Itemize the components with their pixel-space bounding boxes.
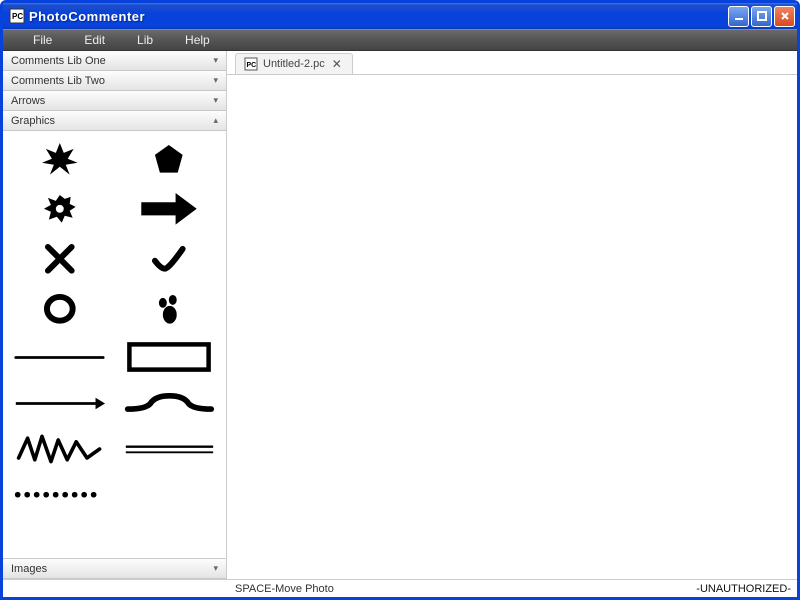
tab-close-icon[interactable]: ✕ [330,58,344,70]
document-tab[interactable]: PC Untitled-2.pc ✕ [235,53,353,74]
shape-scribble-zigzag[interactable] [7,429,113,469]
titlebar[interactable]: PC PhotoCommenter [3,3,797,29]
section-label: Comments Lib One [11,55,106,67]
document-tabstrip: PC Untitled-2.pc ✕ [227,51,797,75]
chevron-down-icon: ▾ [213,95,218,106]
shape-double-underline[interactable] [117,429,223,469]
status-right: -UNAUTHORIZED- [696,583,791,595]
main-content: Comments Lib One ▾ Comments Lib Two ▾ Ar… [3,51,797,579]
tab-label: Untitled-2.pc [263,58,325,70]
section-label: Arrows [11,95,45,107]
canvas[interactable] [227,75,797,579]
window-controls [728,6,795,27]
chevron-down-icon: ▾ [213,75,218,86]
sidebar-section-graphics[interactable]: Graphics ▴ [3,111,226,131]
sidebar: Comments Lib One ▾ Comments Lib Two ▾ Ar… [3,51,227,579]
shape-thin-arrow[interactable] [7,383,113,423]
maximize-button[interactable] [751,6,772,27]
section-label: Images [11,563,47,575]
canvas-area: PC Untitled-2.pc ✕ [227,51,797,579]
shape-cross-x[interactable] [7,237,113,281]
shape-gear-blob[interactable] [7,187,113,231]
menu-file[interactable]: File [17,30,68,50]
window-title: PhotoCommenter [29,9,728,24]
shape-right-arrow[interactable] [117,187,223,231]
shape-footprints[interactable] [117,287,223,331]
shape-rectangle-outline[interactable] [117,337,223,377]
menu-help[interactable]: Help [169,30,226,50]
menubar: File Edit Lib Help [3,29,797,51]
chevron-up-icon: ▴ [213,115,218,126]
sidebar-section-images[interactable]: Images ▾ [3,559,226,579]
section-label: Comments Lib Two [11,75,105,87]
minimize-button[interactable] [728,6,749,27]
app-icon: PC [9,8,25,24]
shape-thin-underline[interactable] [7,337,113,377]
shape-circle-outline[interactable] [7,287,113,331]
svg-text:PC: PC [12,12,23,21]
menu-edit[interactable]: Edit [68,30,121,50]
shape-empty [117,475,223,515]
shape-dotted-line[interactable] [7,475,113,515]
app-window: PC PhotoCommenter File Edit Lib Help Com… [0,0,800,600]
shape-checkmark[interactable] [117,237,223,281]
chevron-down-icon: ▾ [213,55,218,66]
document-icon: PC [244,57,258,71]
section-label: Graphics [11,115,55,127]
chevron-down-icon: ▾ [213,563,218,574]
sidebar-section-arrows[interactable]: Arrows ▾ [3,91,226,111]
sidebar-section-comments-lib-two[interactable]: Comments Lib Two ▾ [3,71,226,91]
svg-text:PC: PC [247,62,257,69]
statusbar: SPACE-Move Photo -UNAUTHORIZED- [3,579,797,597]
sidebar-section-comments-lib-one[interactable]: Comments Lib One ▾ [3,51,226,71]
shape-grid [7,137,222,515]
shape-curly-brace[interactable] [117,383,223,423]
graphics-panel [3,131,226,559]
status-hint: SPACE-Move Photo [235,583,334,595]
shape-burst-star[interactable] [7,137,113,181]
shape-pentagon[interactable] [117,137,223,181]
menu-lib[interactable]: Lib [121,30,169,50]
close-button[interactable] [774,6,795,27]
